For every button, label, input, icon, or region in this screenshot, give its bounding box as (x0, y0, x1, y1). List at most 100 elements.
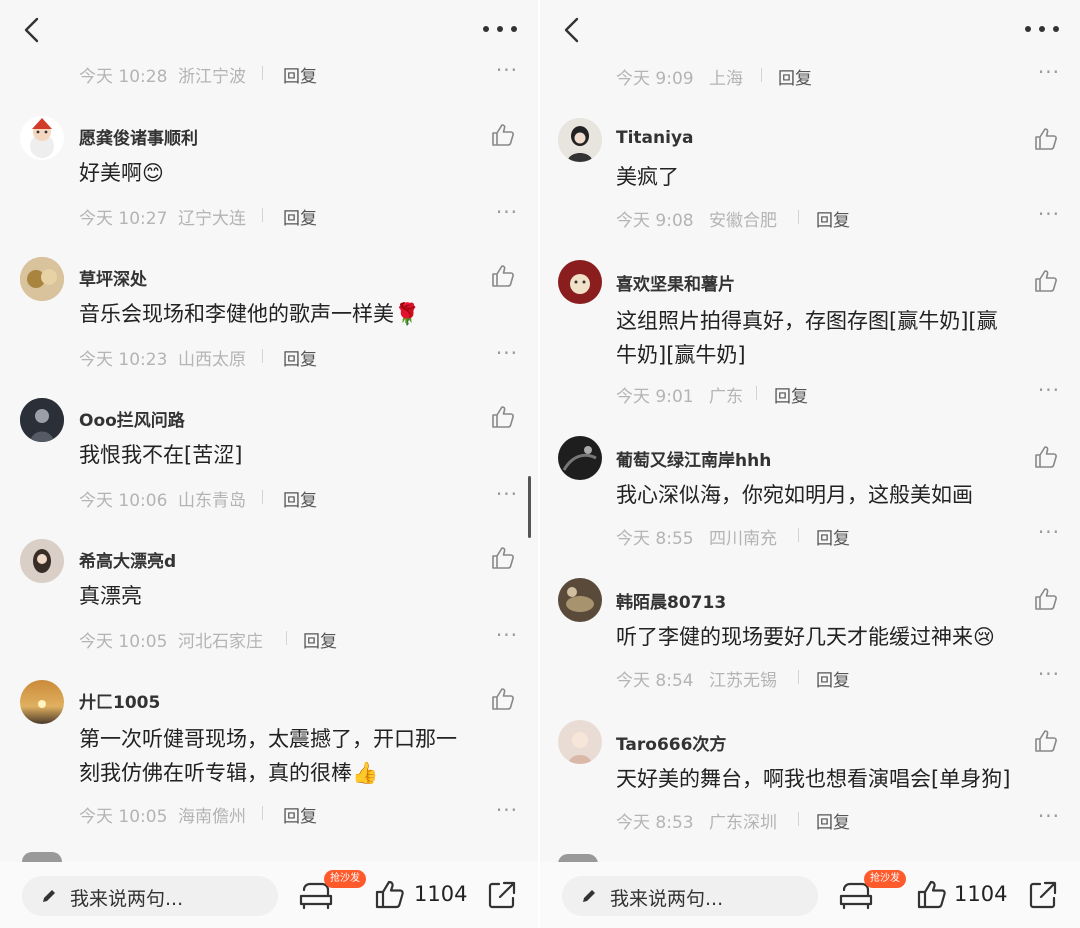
comment-more-icon[interactable]: ··· (496, 200, 518, 224)
avatar[interactable] (20, 680, 64, 724)
comment-location: 安徽合肥 (709, 211, 777, 231)
thumbs-up-icon[interactable] (490, 404, 516, 430)
thumbs-up-icon[interactable] (490, 686, 516, 712)
reply-button[interactable]: 回复 (283, 62, 317, 87)
thumbs-up-icon[interactable] (490, 122, 516, 148)
comment-more-icon[interactable]: ··· (1038, 378, 1060, 402)
share-icon[interactable] (487, 880, 517, 910)
reply-button[interactable]: 回复 (283, 486, 317, 511)
reply-button[interactable]: 回复 (778, 64, 812, 89)
comment-meta: 今天 10:23 山西太原 回复 ··· (79, 341, 538, 370)
avatar[interactable] (20, 398, 64, 442)
avatar[interactable] (20, 539, 64, 583)
comment-text: 这组照片拍得真好，存图存图[赢牛奶][赢 牛奶][赢牛奶] (616, 304, 998, 372)
share-icon[interactable] (1028, 880, 1058, 910)
username[interactable]: 韩陌晨80713 (616, 588, 726, 613)
comment-text-content: 好美啊 (79, 161, 142, 185)
username[interactable]: 葡萄又绿江南岸hhh (616, 446, 771, 471)
comment-text-line: 刻我仿佛在听专辑，真的很棒👍 (79, 756, 457, 790)
divider (262, 349, 263, 363)
emoji: 🌹 (394, 302, 421, 326)
like-count: 1104 (954, 882, 1008, 906)
comment-text-line: 第一次听健哥现场，太震撼了，开口那一 (79, 727, 457, 751)
comment-input[interactable]: 我来说两句... (22, 876, 278, 916)
left-comment-panel: 今天 10:28 浙江宁波 回复 ··· 愿龚俊诸事顺利 好美啊😊 今天 10:… (0, 0, 538, 928)
comment-more-icon[interactable]: ··· (496, 58, 518, 82)
comment-more-icon[interactable]: ··· (1038, 60, 1060, 84)
reply-button[interactable]: 回复 (283, 802, 317, 827)
reply-button[interactable]: 回复 (283, 204, 317, 229)
avatar[interactable] (558, 436, 602, 480)
reply-button[interactable]: 回复 (816, 808, 850, 833)
comment-location: 河北石家庄 (178, 632, 263, 652)
username[interactable]: 希高大漂亮d (79, 547, 176, 572)
reply-button[interactable]: 回复 (816, 206, 850, 231)
emoji: 😢 (973, 625, 995, 649)
avatar[interactable] (558, 578, 602, 622)
comment-text: 我恨我不在[苦涩] (79, 443, 243, 467)
chevron-left-icon[interactable] (20, 16, 44, 44)
comment-more-icon[interactable]: ··· (1038, 520, 1060, 544)
comment-time: 今天 9:08 (616, 211, 694, 231)
divider (761, 68, 762, 82)
avatar[interactable] (558, 720, 602, 764)
reply-button[interactable]: 回复 (816, 666, 850, 691)
comment-text: 听了李健的现场要好几天才能缓过神来😢 (616, 620, 995, 654)
thumbs-up-icon[interactable] (1033, 268, 1059, 294)
scrollbar[interactable] (528, 476, 531, 538)
username[interactable]: Ooo拦风问路 (79, 406, 185, 431)
comment-location: 广东 (709, 387, 743, 407)
more-dots-icon[interactable] (1022, 18, 1062, 40)
comment-meta: 今天 10:27 辽宁大连 回复 ··· (79, 200, 538, 229)
divider (262, 490, 263, 504)
avatar[interactable] (558, 118, 602, 162)
thumbs-up-icon[interactable] (916, 878, 948, 910)
reply-button[interactable]: 回复 (303, 627, 337, 652)
divider (262, 66, 263, 80)
comment-location: 山西太原 (178, 350, 246, 370)
thumbs-up-icon[interactable] (490, 263, 516, 289)
comment-more-icon[interactable]: ··· (496, 798, 518, 822)
comment-more-icon[interactable]: ··· (496, 341, 518, 365)
reply-button[interactable]: 回复 (774, 382, 808, 407)
divider (798, 210, 799, 224)
bottom-bar: 我来说两句... 抢沙发 1104 (540, 862, 1080, 928)
thumbs-up-icon[interactable] (1033, 728, 1059, 754)
username[interactable]: 草坪深处 (79, 265, 147, 290)
chevron-left-icon[interactable] (560, 16, 584, 44)
comment-input[interactable]: 我来说两句... (562, 876, 818, 916)
avatar[interactable] (558, 260, 602, 304)
username[interactable]: Titaniya (616, 128, 694, 148)
divider (262, 208, 263, 222)
thumbs-up-icon[interactable] (1033, 444, 1059, 470)
comment-input-placeholder: 我来说两句... (70, 888, 184, 910)
comment-more-icon[interactable]: ··· (496, 623, 518, 647)
thumbs-up-icon[interactable] (490, 545, 516, 571)
reply-button[interactable]: 回复 (816, 524, 850, 549)
comment-more-icon[interactable]: ··· (1038, 662, 1060, 686)
reply-button[interactable]: 回复 (283, 345, 317, 370)
thumbs-up-icon[interactable] (1033, 126, 1059, 152)
thumbs-up-icon[interactable] (1033, 586, 1059, 612)
comment-meta: 今天 9:01 广东 回复 ··· (616, 378, 1080, 407)
comment-location: 上海 (709, 69, 743, 89)
divider (798, 812, 799, 826)
username[interactable]: 喜欢坚果和薯片 (616, 270, 735, 295)
comment-more-icon[interactable]: ··· (1038, 202, 1060, 226)
username[interactable]: Taro666次方 (616, 730, 726, 755)
comment-location: 山东青岛 (178, 491, 246, 511)
comment-more-icon[interactable]: ··· (496, 482, 518, 506)
comment-time: 今天 10:23 (79, 350, 168, 370)
comment-meta: 今天 10:28 浙江宁波 回复 ··· (79, 58, 538, 87)
comment-more-icon[interactable]: ··· (1038, 804, 1060, 828)
username[interactable]: 廾匚1005 (79, 688, 160, 713)
username[interactable]: 愿龚俊诸事顺利 (79, 124, 198, 149)
avatar[interactable] (20, 257, 64, 301)
comment-text: 美疯了 (616, 165, 679, 189)
avatar[interactable] (20, 116, 64, 160)
comment-time: 今天 10:06 (79, 491, 168, 511)
emoji: 😊 (142, 161, 164, 185)
more-dots-icon[interactable] (480, 18, 520, 40)
thumbs-up-icon[interactable] (374, 878, 406, 910)
comment-input-placeholder: 我来说两句... (610, 888, 724, 910)
